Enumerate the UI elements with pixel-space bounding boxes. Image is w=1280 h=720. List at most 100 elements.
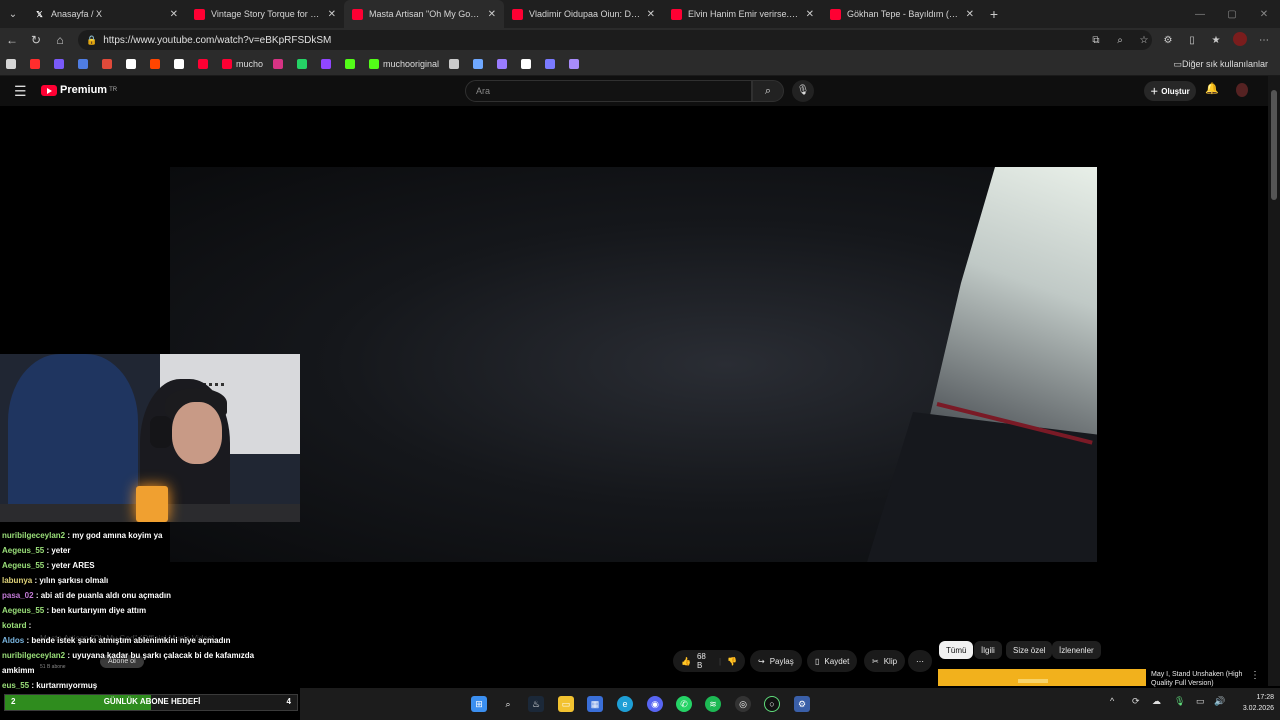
bookmark-item[interactable] — [497, 58, 511, 69]
recommendation-title[interactable]: May I, Stand Unshaken (High Quality Full… — [1151, 670, 1246, 688]
more-menu-icon[interactable]: ⋯ — [1254, 35, 1274, 46]
tray-app-icon[interactable]: ⟳ — [1132, 696, 1140, 707]
bookmark-item[interactable] — [473, 58, 487, 69]
instagram-icon — [273, 58, 284, 69]
bookmark-item[interactable] — [273, 58, 287, 69]
share-button[interactable]: ↪ Paylaş — [750, 650, 802, 672]
tray-app-icon[interactable]: ☁ — [1152, 696, 1161, 707]
settings-gear-icon[interactable]: ⚙ — [794, 696, 810, 712]
minimize-icon[interactable]: — — [1184, 9, 1216, 20]
tab-x[interactable]: 𝕏 Anasayfa / X ✕ — [26, 0, 186, 28]
tray-mic-icon[interactable]: 🎙 — [1174, 696, 1185, 707]
extensions-icon[interactable]: ⚙ — [1158, 35, 1178, 46]
bookmark-item[interactable] — [545, 58, 559, 69]
discord-icon[interactable]: ◉ — [647, 696, 663, 712]
favorite-star-icon[interactable]: ☆ — [1134, 35, 1154, 46]
tab-vladimir-oidupaa[interactable]: Vladimir Oidupaa Oiun: Divine Mu ✕ — [504, 0, 663, 28]
maximize-icon[interactable]: ▢ — [1216, 9, 1248, 20]
bookmark-item[interactable]: mucho — [222, 58, 263, 69]
tab-close-icon[interactable]: ✕ — [647, 9, 655, 20]
create-button[interactable]: ＋ Oluştur — [1144, 81, 1196, 101]
edge-browser-icon[interactable]: e — [617, 696, 633, 712]
page-scrollbar[interactable] — [1268, 76, 1280, 686]
bookmark-item[interactable] — [78, 58, 92, 69]
favorites-icon[interactable]: ★ — [1206, 35, 1226, 46]
bookmark-item[interactable] — [198, 58, 212, 69]
bookmark-item[interactable] — [321, 58, 335, 69]
tray-volume-icon[interactable]: 🔊 — [1214, 696, 1225, 707]
obs-icon[interactable]: ◎ — [735, 696, 751, 712]
chip-watched[interactable]: İzlenenler — [1052, 641, 1101, 659]
new-tab-icon[interactable]: + — [982, 6, 1006, 22]
steam-icon[interactable]: ♨ — [528, 696, 544, 712]
app-available-icon[interactable]: ⧉ — [1086, 35, 1106, 46]
recommendation-more-icon[interactable]: ⋮ — [1250, 670, 1260, 681]
save-button[interactable]: ▯ Kaydet — [807, 650, 858, 672]
taskbar-clock[interactable]: 17:28 3.02.2026 — [1232, 692, 1274, 714]
tab-close-icon[interactable]: ✕ — [328, 9, 336, 20]
bookmark-item[interactable]: muchooriginal — [369, 58, 439, 69]
file-explorer-icon[interactable]: ▭ — [558, 696, 574, 712]
dislike-icon[interactable]: 👎 — [727, 657, 737, 666]
youtube-premium-logo[interactable]: Premium TR — [41, 84, 117, 96]
whatsapp-icon[interactable]: ✆ — [676, 696, 692, 712]
account-avatar[interactable] — [1236, 83, 1248, 97]
chat-message: kotard : — [2, 618, 302, 633]
tab-close-icon[interactable]: ✕ — [170, 9, 178, 20]
tab-elvin-hanim[interactable]: Elvin Hanim Emir verirse... - YouTu ✕ — [663, 0, 822, 28]
chip-for-you[interactable]: Size özel — [1006, 641, 1053, 659]
tab-close-icon[interactable]: ✕ — [488, 9, 496, 20]
windows-start-icon[interactable]: ⊞ — [471, 696, 487, 712]
chip-related[interactable]: İlgili — [974, 641, 1002, 659]
store-icon[interactable]: ▦ — [587, 696, 603, 712]
bookmark-item[interactable] — [126, 58, 140, 69]
chip-all[interactable]: Tümü — [939, 641, 974, 659]
other-favorites-folder[interactable]: ▭ Diğer sık kullanılanlar — [1173, 52, 1268, 76]
bookmark-item[interactable] — [297, 58, 311, 69]
guide-menu-icon[interactable]: ☰ — [14, 83, 27, 100]
search-input[interactable]: Ara — [465, 80, 752, 102]
bookmark-item[interactable] — [30, 58, 44, 69]
bookmark-item[interactable] — [521, 58, 535, 69]
zoom-icon[interactable]: ⌕ — [1110, 35, 1130, 46]
tab-vintage-story[interactable]: Vintage Story Torque for Dummies ✕ — [186, 0, 344, 28]
bookmark-item[interactable] — [174, 58, 188, 69]
notifications-bell-icon[interactable]: 🔔 — [1205, 82, 1219, 95]
bookmark-item[interactable] — [150, 58, 164, 69]
site-info-icon[interactable]: 🔒 — [86, 35, 97, 46]
windows-taskbar: ⊞ ⌕ ♨ ▭ ▦ e ◉ ✆ ≋ ◎ ○ ⚙ ^ ⟳ ☁ 🎙 ▭ 🔊 — [300, 688, 1280, 720]
profile-avatar[interactable] — [1230, 31, 1250, 49]
like-icon[interactable]: 👍 — [681, 657, 691, 666]
tab-masta-artisan[interactable]: Masta Artisan "Oh My God" O ✕ — [344, 0, 504, 28]
tab-actions-menu-icon[interactable]: ⌄ — [0, 0, 26, 28]
clip-button[interactable]: ✂ Klip — [864, 650, 906, 672]
url-field[interactable]: 🔒 https://www.youtube.com/watch?v=eBKpRF… — [78, 30, 1152, 50]
bookmark-item[interactable] — [569, 58, 583, 69]
reload-icon[interactable]: ↻ — [24, 33, 48, 47]
like-count[interactable]: 68 B — [697, 652, 713, 670]
scrollbar-thumb[interactable] — [1271, 90, 1277, 200]
tab-gokhan-tepe[interactable]: Gökhan Tepe - Bayıldım (Official V ✕ — [822, 0, 982, 28]
youtube-icon — [352, 8, 363, 20]
spotify-icon[interactable]: ≋ — [705, 696, 721, 712]
chat-message: amkimm — [2, 663, 302, 678]
close-window-icon[interactable]: ✕ — [1248, 9, 1280, 20]
more-actions-button[interactable]: ⋯ — [908, 650, 932, 672]
recommendation-thumbnail[interactable] — [938, 669, 1146, 686]
tray-overflow-icon[interactable]: ^ — [1110, 696, 1114, 706]
search-icon[interactable]: ⌕ — [500, 696, 516, 712]
bookmark-item[interactable] — [102, 58, 116, 69]
microphone-icon[interactable]: 🎙 — [792, 80, 814, 102]
bookmark-item[interactable] — [54, 58, 68, 69]
home-icon[interactable]: ⌂ — [48, 33, 72, 47]
bookmark-item[interactable] — [6, 58, 20, 69]
tab-close-icon[interactable]: ✕ — [806, 9, 814, 20]
xbox-app-icon[interactable]: ○ — [764, 696, 780, 712]
bookmark-item[interactable] — [449, 58, 463, 69]
back-icon[interactable]: ← — [0, 33, 24, 47]
split-screen-icon[interactable]: ▯ — [1182, 35, 1202, 46]
bookmark-item[interactable] — [345, 58, 359, 69]
tray-network-icon[interactable]: ▭ — [1196, 696, 1205, 707]
search-icon[interactable]: ⌕ — [752, 80, 784, 102]
tab-close-icon[interactable]: ✕ — [966, 9, 974, 20]
